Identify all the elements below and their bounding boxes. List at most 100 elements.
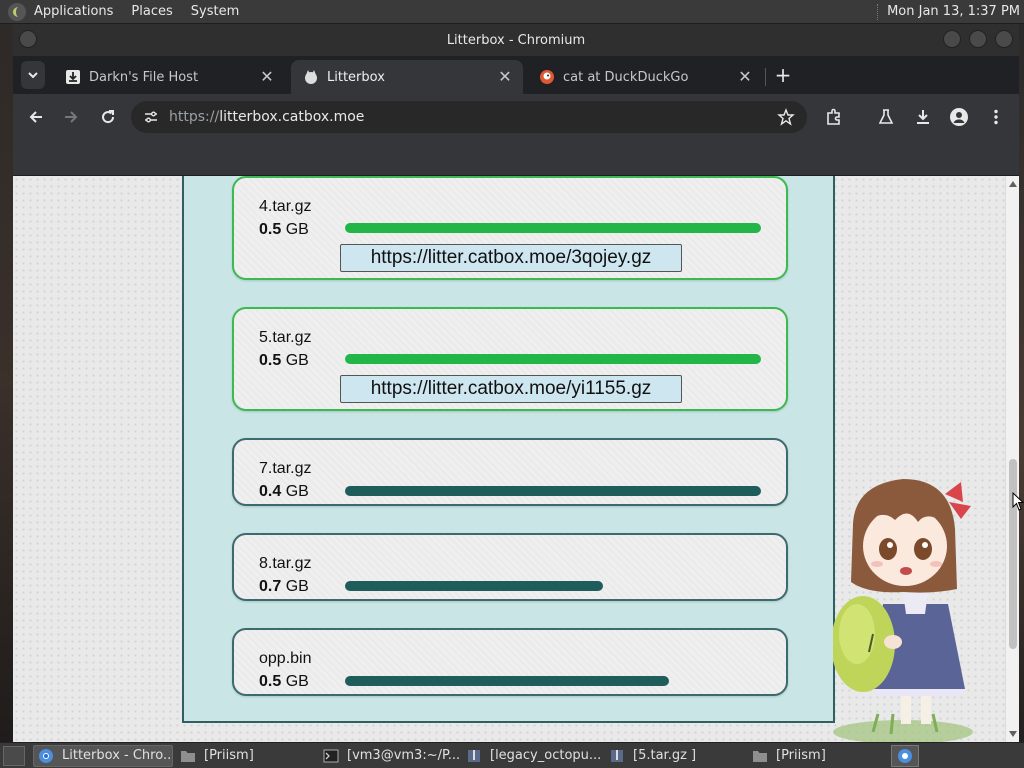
mascot-illustration [833, 479, 973, 742]
tab-strip: Darkn's File Host ✕ Litterbox ✕ cat at D… [13, 56, 1019, 94]
file-size-value: 0.5 [259, 221, 282, 238]
reload-button[interactable] [96, 105, 120, 129]
file-card: 5.tar.gz 0.5 GB https://litter.catbox.mo… [232, 307, 788, 411]
taskbar-item[interactable]: [5.tar.gz ] [605, 745, 745, 767]
archive-icon [611, 749, 623, 762]
file-size: 0.7 GB [259, 578, 309, 596]
taskbar-item[interactable]: Litterbox - Chro... [33, 744, 173, 767]
progress-fill [345, 486, 761, 496]
desktop-background [0, 24, 13, 742]
chromium-icon [898, 748, 912, 763]
file-size-value: 0.4 [259, 483, 282, 500]
top-panel: Applications Places System Mon Jan 13, 1… [0, 0, 1024, 24]
file-size-value: 0.5 [259, 352, 282, 369]
file-size: 0.4 GB [259, 483, 309, 501]
close-tab-icon[interactable]: ✕ [737, 69, 753, 85]
file-name: 5.tar.gz [259, 329, 312, 346]
file-size-unit: GB [285, 352, 309, 369]
tab-cat-duckduckgo[interactable]: cat at DuckDuckGo ✕ [527, 60, 763, 94]
taskbar-item[interactable]: [vm3@vm3:~/P... [319, 745, 459, 767]
tab-label: cat at DuckDuckGo [563, 69, 689, 85]
labs-button[interactable] [874, 105, 898, 129]
account-icon [950, 108, 968, 126]
tab-litterbox[interactable]: Litterbox ✕ [291, 60, 523, 94]
chevron-down-icon [28, 72, 38, 79]
profile-button[interactable] [947, 105, 971, 129]
arrow-right-icon [65, 111, 78, 123]
result-url[interactable]: https://litter.catbox.moe/yi1155.gz [340, 375, 682, 403]
browser-menu-button[interactable] [984, 105, 1008, 129]
file-size-unit: GB [285, 483, 309, 500]
system-menu[interactable]: System [191, 4, 239, 19]
chromium-icon [39, 748, 53, 763]
url-host: litterbox.catbox.moe [219, 109, 365, 125]
archive-icon [468, 749, 480, 762]
progress-fill [345, 676, 670, 686]
back-button[interactable] [24, 105, 48, 129]
site-info-icon[interactable] [143, 109, 159, 125]
progress-bar [345, 676, 761, 686]
progress-bar [345, 581, 761, 591]
taskbar-item-label: [Priism] [204, 748, 254, 763]
taskbar-item[interactable]: [Priism] [176, 745, 316, 767]
scroll-up-arrow-icon[interactable] [1009, 181, 1017, 187]
window-titlebar[interactable]: Litterbox - Chromium [13, 24, 1019, 56]
applications-menu[interactable]: Applications [34, 4, 113, 19]
taskbar-item[interactable]: [legacy_octopu... [462, 745, 602, 767]
litterbox-favicon [305, 70, 317, 84]
tab-darkns-file-host[interactable]: Darkn's File Host ✕ [53, 60, 285, 94]
puzzle-icon [827, 108, 840, 125]
new-tab-button[interactable]: + [771, 64, 795, 88]
window-menu-button[interactable] [19, 30, 37, 48]
scroll-down-arrow-icon[interactable] [1009, 731, 1017, 737]
progress-fill [345, 581, 603, 591]
duckduckgo-icon [540, 70, 554, 84]
page-scrollbar[interactable] [1005, 176, 1019, 742]
downloads-button[interactable] [911, 105, 935, 129]
file-size-unit: GB [285, 578, 309, 595]
result-url[interactable]: https://litter.catbox.moe/3qojey.gz [340, 244, 682, 272]
address-bar[interactable]: https://litterbox.catbox.moe [131, 101, 807, 133]
show-desktop-button[interactable] [3, 745, 25, 766]
close-tab-icon[interactable]: ✕ [497, 69, 513, 85]
tab-separator [765, 68, 766, 86]
tab-label: Darkn's File Host [89, 69, 199, 85]
file-size: 0.5 GB [259, 673, 309, 691]
folder-icon [181, 750, 195, 762]
taskbar-item-label: [5.tar.gz ] [633, 748, 697, 763]
close-tab-icon[interactable]: ✕ [259, 69, 275, 85]
mouse-cursor-icon [1012, 492, 1024, 511]
file-size-value: 0.5 [259, 673, 282, 690]
upload-panel: 4.tar.gz 0.5 GB https://litter.catbox.mo… [182, 176, 835, 723]
distro-logo-icon[interactable] [8, 2, 26, 21]
maximize-button[interactable] [969, 30, 987, 48]
kebab-menu-icon [994, 109, 998, 125]
bookmark-star-icon[interactable] [777, 108, 795, 126]
workspace-switcher[interactable] [891, 744, 919, 767]
progress-fill [345, 223, 761, 233]
reload-icon [102, 110, 115, 124]
tab-search-button[interactable] [21, 61, 45, 89]
taskbar-item-label: [Priism] [776, 748, 826, 763]
minimize-button[interactable] [943, 30, 961, 48]
clock[interactable]: Mon Jan 13, 1:37 PM [887, 4, 1020, 19]
page-viewport[interactable]: 4.tar.gz 0.5 GB https://litter.catbox.mo… [13, 176, 1005, 742]
taskbar-item-label: Litterbox - Chro... [62, 748, 173, 763]
arrow-left-icon [29, 111, 42, 123]
scrollbar-thumb[interactable] [1009, 459, 1017, 649]
file-size: 0.5 GB [259, 352, 309, 370]
forward-button[interactable] [59, 105, 83, 129]
terminal-icon [323, 749, 339, 762]
progress-bar [345, 354, 761, 364]
bookmarks-bar [13, 140, 1019, 176]
extensions-button[interactable] [822, 105, 846, 129]
close-window-button[interactable] [995, 30, 1013, 48]
places-menu[interactable]: Places [131, 4, 172, 19]
progress-bar [345, 223, 761, 233]
file-size-unit: GB [285, 221, 309, 238]
flask-icon [878, 109, 894, 124]
url-scheme: https:// [169, 109, 220, 125]
taskbar-item[interactable]: [Priism] [748, 745, 888, 767]
file-card: 4.tar.gz 0.5 GB https://litter.catbox.mo… [232, 176, 788, 280]
panel-separator [877, 3, 879, 20]
